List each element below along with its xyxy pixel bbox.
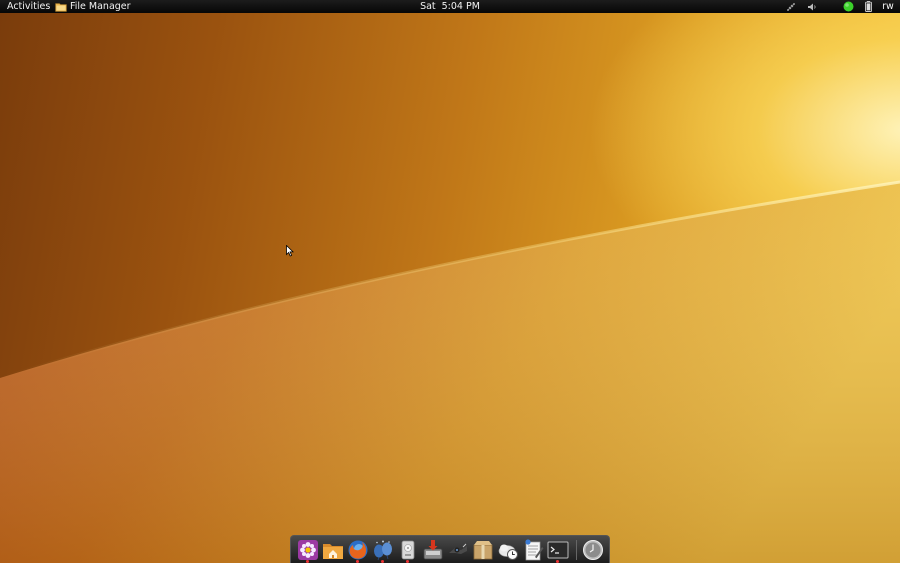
backup-clock-icon [498, 544, 518, 560]
user-menu[interactable]: rw [880, 0, 896, 13]
settings-flower-icon [298, 540, 318, 560]
dock-item-empathy[interactable] [371, 538, 395, 563]
dock-item-gnome-tweak[interactable] [296, 538, 320, 563]
activities-button[interactable]: Activities [7, 0, 50, 13]
app-menu-label: File Manager [70, 1, 131, 12]
archive-icon [473, 541, 493, 560]
volume-icon[interactable] [806, 0, 818, 13]
clock: Sat 5:04 PM [0, 0, 900, 13]
hard-disk-icon [401, 540, 415, 560]
dock-separator [576, 540, 577, 560]
app-menu[interactable]: File Manager [55, 0, 131, 13]
installer-icon [423, 540, 443, 560]
dock [290, 535, 610, 563]
network-icon[interactable] [785, 0, 797, 13]
clock-time[interactable]: 5:04 PM [442, 1, 480, 12]
dock-item-software-center[interactable] [421, 538, 445, 562]
home-folder-icon [323, 544, 343, 559]
dock-item-text-editor[interactable] [521, 538, 545, 562]
dock-item-firefox[interactable] [346, 538, 370, 563]
photo-manager-icon [449, 543, 467, 554]
desktop[interactable]: Activities File Manager Sat 5:04 PM rw [0, 0, 900, 563]
status-online-icon[interactable] [842, 0, 854, 13]
mouse-pointer-icon [286, 245, 294, 257]
dock-item-clock[interactable] [581, 538, 605, 562]
file-manager-icon [55, 2, 67, 12]
dock-item-disk-utility[interactable] [396, 538, 420, 563]
top-panel: Activities File Manager Sat 5:04 PM rw [0, 0, 900, 13]
chat-balloons-icon [374, 540, 392, 561]
battery-icon[interactable] [863, 0, 873, 13]
dock-item-terminal[interactable] [546, 538, 570, 563]
dock-item-archive-manager[interactable] [471, 538, 495, 562]
firefox-icon [348, 540, 368, 560]
dock-item-shotwell[interactable] [446, 538, 470, 562]
terminal-icon [547, 541, 569, 559]
text-editor-icon [525, 539, 544, 561]
clock-icon [583, 540, 603, 560]
dock-item-home-folder[interactable] [321, 538, 345, 562]
wallpaper-hill [0, 180, 900, 563]
clock-day[interactable]: Sat [420, 1, 436, 12]
dock-item-backup[interactable] [496, 538, 520, 562]
